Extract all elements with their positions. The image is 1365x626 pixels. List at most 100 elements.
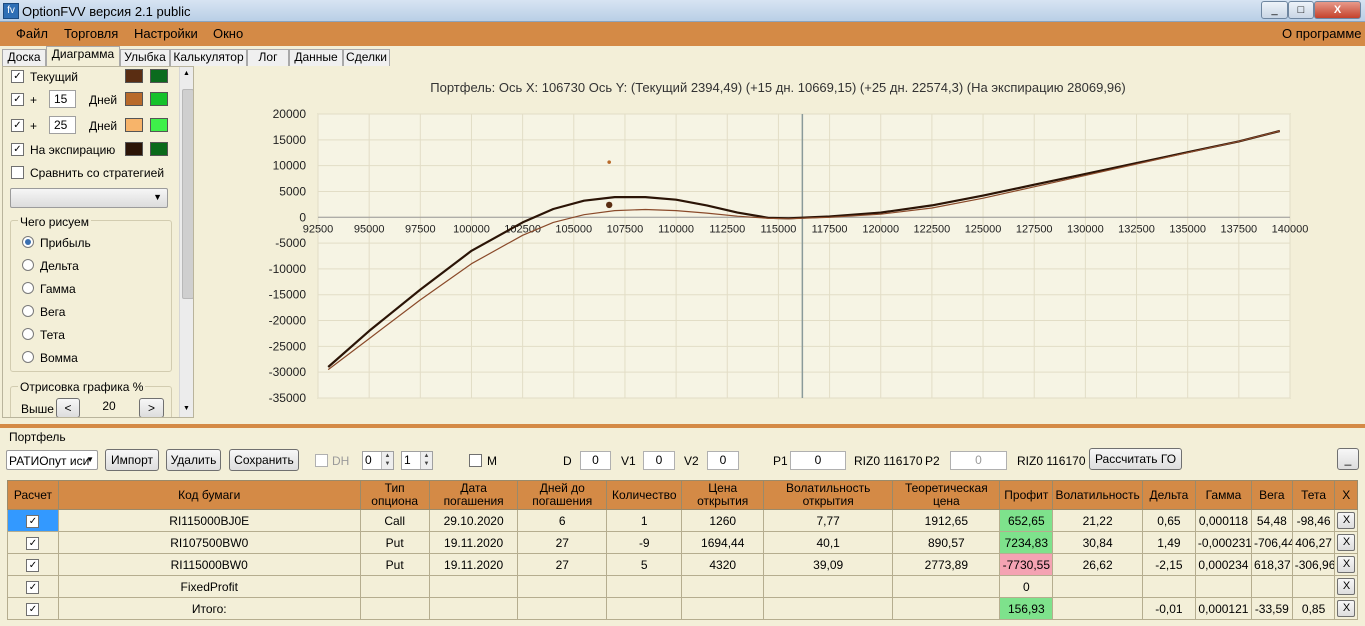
cell-gamma[interactable]: -0,000231 xyxy=(1194,531,1252,554)
spin-arrows-icon[interactable]: ▲ ▼ xyxy=(381,452,393,469)
cell-delta[interactable] xyxy=(1141,575,1196,598)
cell-qty[interactable]: 1 xyxy=(606,509,683,532)
scroll-up-icon[interactable]: ▲ xyxy=(183,70,190,77)
header-type[interactable]: Тип опциона xyxy=(359,480,430,510)
cell-code[interactable]: Итого: xyxy=(57,597,361,620)
cell-date[interactable]: 29.10.2020 xyxy=(428,509,519,532)
table-row[interactable]: ✓ Итого: 156,93 -0,01 0,000121 -33,59 0,85 X xyxy=(7,597,1358,620)
v2-value[interactable]: 0 xyxy=(707,451,739,470)
cell-price[interactable]: 1260 xyxy=(681,509,764,532)
cell-days[interactable]: 27 xyxy=(517,531,608,554)
tab-log[interactable]: Лог xyxy=(247,49,289,66)
menu-settings[interactable]: Настройки xyxy=(134,26,198,41)
table-row[interactable]: ✓ RI115000BW0 Put 19.11.2020 27 5 4320 39,09 277… xyxy=(7,553,1358,576)
increase-button[interactable]: > xyxy=(139,398,164,417)
days25-color-b-swatch[interactable] xyxy=(150,118,168,132)
delete-button[interactable]: Удалить xyxy=(166,449,221,471)
days15-color-a-swatch[interactable] xyxy=(125,92,143,106)
cell-gamma[interactable] xyxy=(1194,575,1252,598)
expiration-checkbox[interactable]: ✓ xyxy=(11,143,24,156)
tab-deals[interactable]: Сделки xyxy=(343,49,390,66)
cell-code[interactable]: FixedProfit xyxy=(57,575,361,598)
spin-2[interactable]: 1 ▲ ▼ xyxy=(401,451,433,470)
import-button[interactable]: Импорт xyxy=(105,449,159,471)
p1-value[interactable]: 0 xyxy=(790,451,846,470)
days15-color-b-swatch[interactable] xyxy=(150,92,168,106)
left-panel-scrollbar[interactable]: ▲ ▼ xyxy=(179,67,193,417)
current-color-b-swatch[interactable] xyxy=(150,69,168,83)
cell-vol-open[interactable]: 40,1 xyxy=(762,531,894,554)
cell-delta[interactable]: -2,15 xyxy=(1141,553,1196,576)
tab-board[interactable]: Доска xyxy=(2,49,46,66)
calc-checkbox[interactable]: ✓ xyxy=(26,514,40,528)
days25-checkbox[interactable]: ✓ xyxy=(11,119,24,132)
tab-smile[interactable]: Улыбка xyxy=(120,49,170,66)
row-remove-button[interactable]: X xyxy=(1337,534,1356,551)
cell-qty[interactable]: 5 xyxy=(606,553,683,576)
cell-price[interactable]: 1694,44 xyxy=(681,531,764,554)
cell-vega[interactable]: -33,59 xyxy=(1250,597,1293,620)
header-date[interactable]: Дата погашения xyxy=(428,480,519,510)
cell-vol[interactable] xyxy=(1052,597,1143,620)
cell-vega[interactable] xyxy=(1250,575,1293,598)
cell-type[interactable]: Call xyxy=(359,509,430,532)
cell-days[interactable]: 6 xyxy=(517,509,608,532)
dh-checkbox[interactable] xyxy=(315,454,328,467)
cell-theta[interactable]: -306,96 xyxy=(1291,553,1336,576)
save-button[interactable]: Сохранить xyxy=(229,449,299,471)
calc-cell[interactable]: ✓ xyxy=(7,509,59,532)
cell-type[interactable]: Put xyxy=(359,531,430,554)
header-theo[interactable]: Теоретическая цена xyxy=(892,480,1001,510)
days15-checkbox[interactable]: ✓ xyxy=(11,93,24,106)
v1-value[interactable]: 0 xyxy=(643,451,675,470)
cell-delta[interactable]: -0,01 xyxy=(1141,597,1196,620)
cell-days[interactable] xyxy=(517,597,608,620)
cell-date[interactable] xyxy=(428,575,519,598)
maximize-button[interactable]: □ xyxy=(1288,1,1314,19)
table-row[interactable]: ✓ RI115000BJ0E Call 29.10.2020 6 1 1260 7,77 191… xyxy=(7,509,1358,532)
menu-window[interactable]: Окно xyxy=(213,26,243,41)
cell-code[interactable]: RI107500BW0 xyxy=(57,531,361,554)
cell-theo[interactable]: 2773,89 xyxy=(892,553,1001,576)
cell-qty[interactable] xyxy=(606,597,683,620)
cell-vol[interactable]: 30,84 xyxy=(1052,531,1143,554)
expiration-color-a-swatch[interactable] xyxy=(125,142,143,156)
row-remove-button[interactable]: X xyxy=(1337,512,1356,529)
cell-theta[interactable]: 406,27 xyxy=(1291,531,1336,554)
calc-checkbox[interactable]: ✓ xyxy=(26,536,40,550)
cell-gamma[interactable]: 0,000234 xyxy=(1194,553,1252,576)
cell-gamma[interactable]: 0,000118 xyxy=(1194,509,1252,532)
scroll-down-icon[interactable]: ▼ xyxy=(183,405,190,412)
cell-theta[interactable]: -98,46 xyxy=(1291,509,1336,532)
cell-code[interactable]: RI115000BW0 xyxy=(57,553,361,576)
table-row[interactable]: ✓ RI107500BW0 Put 19.11.2020 27 -9 1694,44 40,1… xyxy=(7,531,1358,554)
header-gamma[interactable]: Гамма xyxy=(1194,480,1252,510)
header-code[interactable]: Код бумаги xyxy=(57,480,361,510)
cell-profit[interactable]: -7730,55 xyxy=(999,553,1054,576)
cell-profit[interactable]: 7234,83 xyxy=(999,531,1054,554)
radio-delta[interactable] xyxy=(22,259,34,271)
calc-cell[interactable]: ✓ xyxy=(7,597,59,620)
calc-checkbox[interactable]: ✓ xyxy=(26,580,40,594)
cell-type[interactable] xyxy=(359,575,430,598)
radio-vomma[interactable] xyxy=(22,351,34,363)
cell-delta[interactable]: 1,49 xyxy=(1141,531,1196,554)
cell-profit[interactable]: 652,65 xyxy=(999,509,1054,532)
cell-qty[interactable] xyxy=(606,575,683,598)
header-vol[interactable]: Волатильность xyxy=(1052,480,1143,510)
row-remove-button[interactable]: X xyxy=(1337,578,1356,595)
cell-profit[interactable]: 156,93 xyxy=(999,597,1054,620)
current-checkbox[interactable]: ✓ xyxy=(11,70,24,83)
cell-theo[interactable]: 1912,65 xyxy=(892,509,1001,532)
current-color-a-swatch[interactable] xyxy=(125,69,143,83)
d-value[interactable]: 0 xyxy=(580,451,611,470)
calc-cell[interactable]: ✓ xyxy=(7,575,59,598)
cell-vol[interactable]: 21,22 xyxy=(1052,509,1143,532)
p2-value[interactable]: 0 xyxy=(950,451,1007,470)
table-row[interactable]: ✓ FixedProfit 0 X xyxy=(7,575,1358,598)
higher-value[interactable]: 20 xyxy=(89,398,129,417)
cell-price[interactable]: 4320 xyxy=(681,553,764,576)
calc-cell[interactable]: ✓ xyxy=(7,553,59,576)
panel-divider[interactable] xyxy=(0,424,1365,428)
header-theta[interactable]: Тета xyxy=(1291,480,1336,510)
